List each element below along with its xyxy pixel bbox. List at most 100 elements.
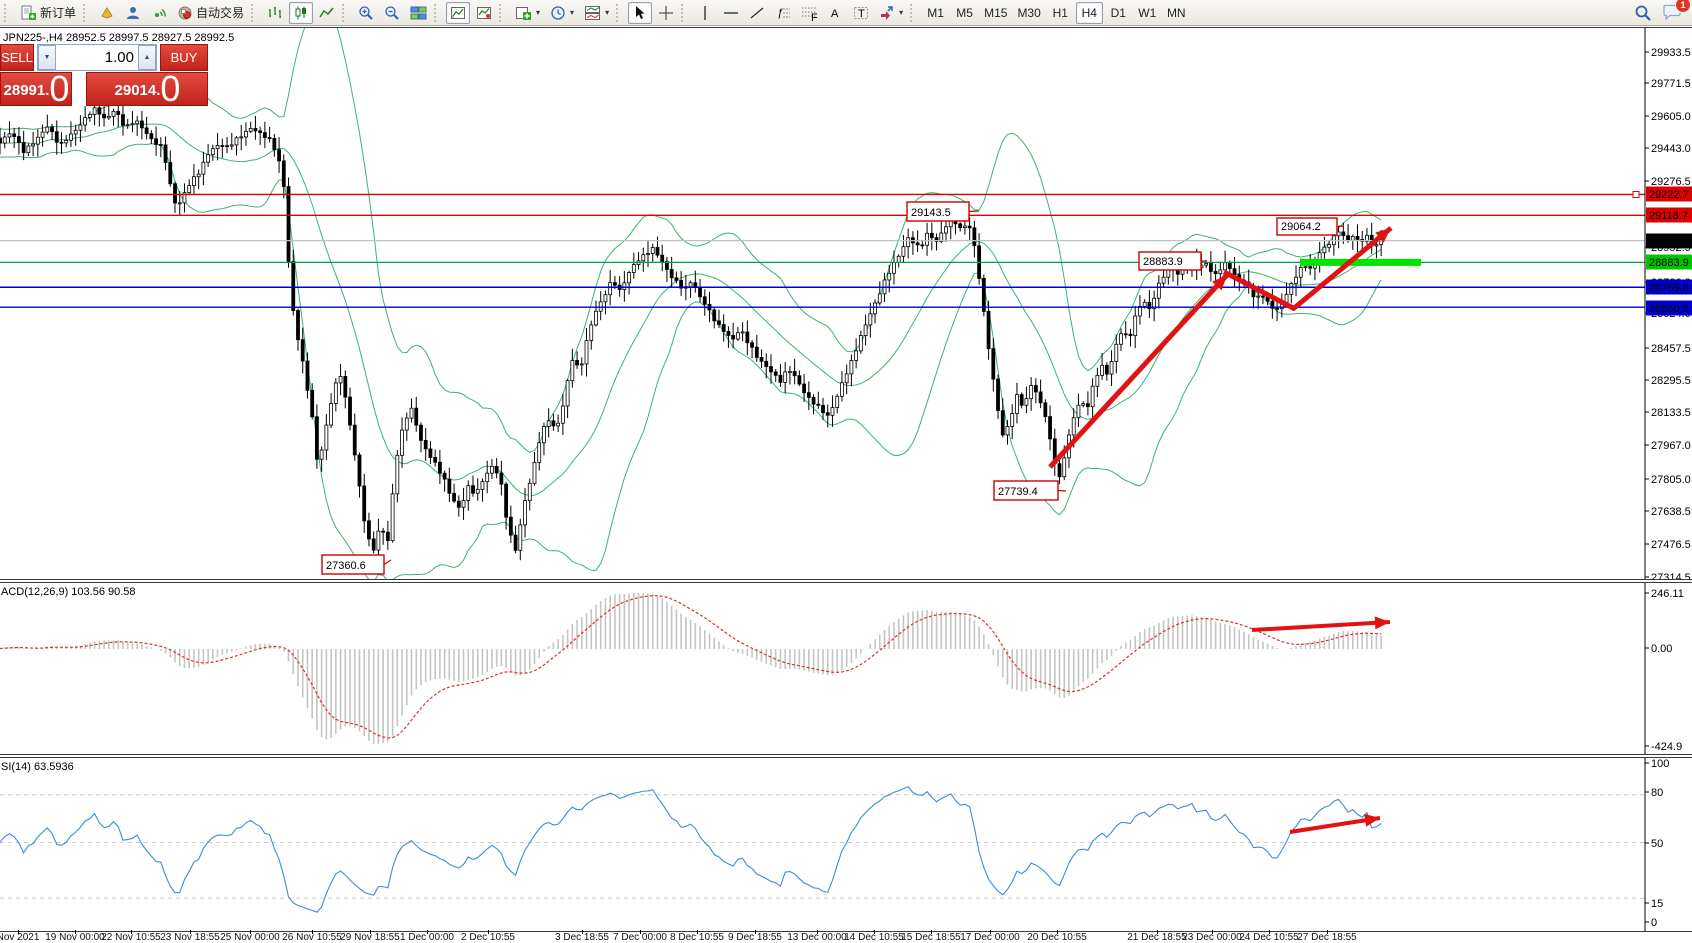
time-label: 21 Dec 18:55 bbox=[1127, 932, 1187, 943]
toolbar-grip bbox=[342, 4, 349, 22]
rsi-tick-label: 100 bbox=[1651, 758, 1669, 770]
price-tick-label: 27314.5 bbox=[1651, 572, 1691, 580]
price-annotation[interactable]: 29064.2 bbox=[1277, 218, 1344, 235]
fibonacci-button[interactable]: ƒ bbox=[771, 2, 795, 24]
auto-trading-button[interactable]: 自动交易 bbox=[173, 2, 248, 24]
price-badge-label: 28992.5 bbox=[1649, 236, 1689, 248]
sell-price-button[interactable]: 28991.0 bbox=[0, 72, 72, 106]
sell-button[interactable]: SELL bbox=[0, 44, 34, 71]
tile-windows-button[interactable] bbox=[406, 2, 431, 24]
buy-button[interactable]: BUY bbox=[160, 44, 208, 71]
period-dropdown[interactable]: ▾ bbox=[546, 2, 578, 24]
volume-down-button[interactable]: ▼ bbox=[38, 45, 56, 70]
vertical-line-button[interactable] bbox=[693, 2, 717, 24]
green-support-zone[interactable] bbox=[1300, 259, 1421, 266]
timeframe-MN[interactable]: MN bbox=[1163, 2, 1190, 24]
cursor-button[interactable] bbox=[628, 2, 652, 24]
chevron-down-icon: ▾ bbox=[605, 8, 609, 17]
search-button[interactable] bbox=[1630, 2, 1656, 24]
svg-text:29064.2: 29064.2 bbox=[1281, 221, 1321, 233]
profile-button[interactable] bbox=[121, 2, 145, 24]
signal-icon bbox=[151, 5, 167, 21]
time-label: 19 Nov 00:00 bbox=[45, 932, 105, 943]
volume-spinner: ▼ ▲ bbox=[37, 44, 157, 71]
line-chart-button[interactable] bbox=[315, 2, 339, 24]
add-indicator-dropdown[interactable]: ▾ bbox=[511, 2, 544, 24]
volume-up-button[interactable]: ▲ bbox=[138, 45, 156, 70]
gold-button[interactable] bbox=[95, 2, 119, 24]
price-annotation[interactable]: 28883.9 bbox=[1139, 252, 1206, 270]
price-tick-label: 29276.5 bbox=[1651, 176, 1691, 188]
bar-chart-icon bbox=[267, 5, 283, 21]
candle-chart-icon bbox=[293, 5, 309, 21]
time-label: 13 Dec 00:00 bbox=[787, 932, 847, 943]
arrange-chart-icon bbox=[450, 5, 466, 21]
tile-windows-icon bbox=[410, 5, 427, 21]
text-button[interactable]: A bbox=[823, 2, 847, 24]
sell-price-main: 28991 bbox=[4, 78, 46, 104]
volume-input[interactable] bbox=[56, 45, 138, 70]
macd-label: ACD(12,26,9) 103.56 90.58 bbox=[1, 586, 136, 598]
timeframe-M5[interactable]: M5 bbox=[951, 2, 978, 24]
bar-chart-button[interactable] bbox=[263, 2, 287, 24]
candle-chart-button[interactable] bbox=[289, 2, 313, 24]
indicator-window-icon bbox=[584, 5, 601, 21]
label-icon: T bbox=[853, 5, 869, 21]
line-chart-icon bbox=[319, 5, 335, 21]
chevron-down-icon: ▾ bbox=[899, 8, 903, 17]
time-label: 14 Dec 10:55 bbox=[844, 932, 904, 943]
price-annotation[interactable]: 29143.5 bbox=[907, 202, 979, 221]
time-label: Nov 2021 bbox=[0, 932, 39, 943]
timeframe-M15[interactable]: M15 bbox=[980, 2, 1011, 24]
trendline-icon bbox=[749, 5, 765, 21]
macd-canvas[interactable]: 246.110.00-424.9 bbox=[0, 582, 1692, 755]
cursor-icon bbox=[633, 5, 647, 20]
add-indicator-icon bbox=[515, 5, 532, 21]
timeframe-W1[interactable]: W1 bbox=[1134, 2, 1161, 24]
gold-icon bbox=[99, 5, 115, 21]
toolbar-grip bbox=[434, 4, 441, 22]
price-annotation[interactable]: 27739.4 bbox=[994, 481, 1066, 500]
price-tick-label: 27967.0 bbox=[1651, 440, 1691, 452]
arrange-chart2-button[interactable] bbox=[472, 2, 496, 24]
crosshair-button[interactable] bbox=[654, 2, 678, 24]
price-tick-label: 29933.5 bbox=[1651, 47, 1691, 59]
buy-price-button[interactable]: 29014.0 bbox=[86, 72, 208, 106]
zoom-out-button[interactable] bbox=[380, 2, 404, 24]
svg-text:T: T bbox=[858, 8, 865, 20]
time-label: 20 Dec 10:55 bbox=[1027, 932, 1087, 943]
macd-tick-label: -424.9 bbox=[1651, 741, 1682, 753]
timeframe-M30[interactable]: M30 bbox=[1013, 2, 1044, 24]
price-badge-label: 28883.9 bbox=[1649, 257, 1689, 269]
shapes-dropdown[interactable]: ▾ bbox=[875, 2, 907, 24]
shapes-icon bbox=[879, 5, 895, 21]
time-label: 24 Dec 10:55 bbox=[1239, 932, 1299, 943]
crosshair-icon bbox=[658, 5, 674, 21]
period-clock-icon bbox=[550, 5, 566, 21]
time-label: 22 Nov 10:55 bbox=[101, 932, 161, 943]
timeframe-H4[interactable]: H4 bbox=[1076, 2, 1103, 24]
arrange-chart-button[interactable] bbox=[446, 2, 470, 24]
signal-button[interactable] bbox=[147, 2, 171, 24]
fibonacci-icon: ƒ bbox=[775, 5, 791, 21]
timeframe-D1[interactable]: D1 bbox=[1105, 2, 1132, 24]
channel-button[interactable]: F bbox=[797, 2, 821, 24]
notification-badge[interactable]: 1 bbox=[1675, 0, 1691, 13]
price-badge-label: 28660.6 bbox=[1649, 303, 1689, 315]
rsi-canvas[interactable]: 1008050150 bbox=[0, 757, 1692, 932]
new-order-button[interactable]: 新订单 bbox=[16, 2, 80, 24]
horizontal-line-button[interactable] bbox=[719, 2, 743, 24]
autotrade-icon bbox=[177, 5, 193, 21]
label-button[interactable]: T bbox=[849, 2, 873, 24]
price-chart-canvas[interactable]: 29143.5 29064.2 28883.9 27739.4 27360.6 29933… bbox=[0, 27, 1692, 580]
time-axis[interactable]: Nov 202119 Nov 00:0022 Nov 10:5523 Nov 1… bbox=[0, 932, 1692, 942]
indicators-dropdown[interactable]: ▾ bbox=[580, 2, 613, 24]
line-handle[interactable] bbox=[1633, 191, 1639, 197]
timeframe-M1[interactable]: M1 bbox=[922, 2, 949, 24]
svg-text:28883.9: 28883.9 bbox=[1143, 256, 1183, 268]
price-annotation[interactable]: 27360.6 bbox=[322, 555, 391, 574]
trendline-button[interactable] bbox=[745, 2, 769, 24]
timeframe-H1[interactable]: H1 bbox=[1047, 2, 1074, 24]
time-label: 9 Dec 18:55 bbox=[728, 932, 782, 943]
zoom-in-button[interactable] bbox=[354, 2, 378, 24]
